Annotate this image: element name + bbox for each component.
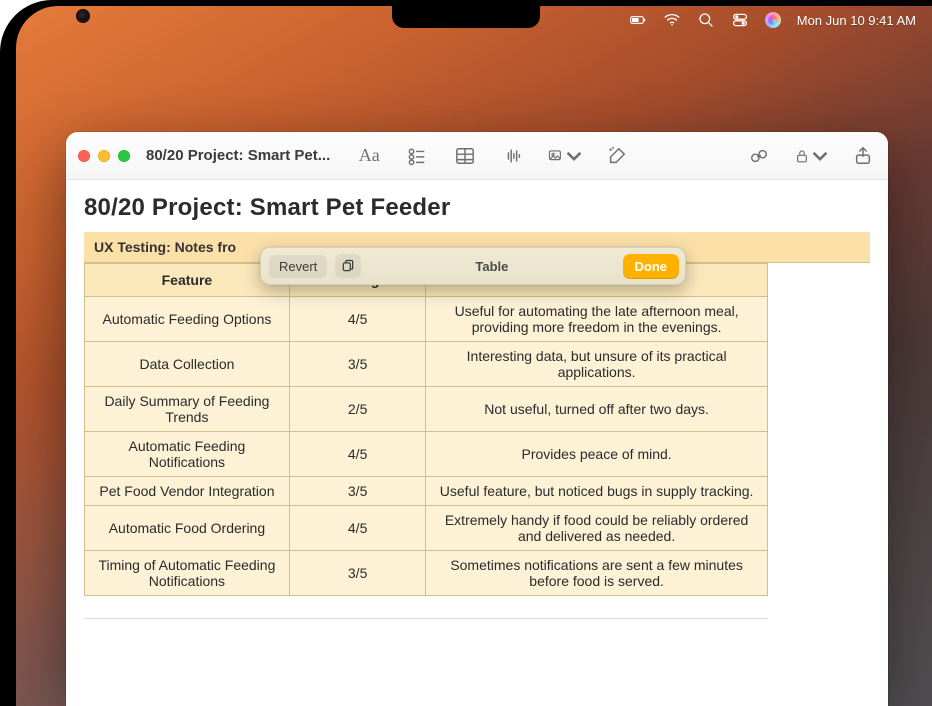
cell-feature[interactable]: Data Collection <box>85 342 290 387</box>
table-row[interactable]: Timing of Automatic Feeding Notification… <box>85 551 768 596</box>
chevron-down-icon <box>566 146 582 166</box>
wifi-icon[interactable] <box>663 11 681 29</box>
horizontal-rule <box>84 618 768 619</box>
cell-comments[interactable]: Useful for automating the late afternoon… <box>426 297 767 342</box>
link-icon[interactable] <box>746 143 772 169</box>
data-table-wrap: Feature Rating Comments Automatic Feedin… <box>84 262 870 596</box>
cell-comments[interactable]: Useful feature, but noticed bugs in supp… <box>426 477 767 506</box>
revert-button[interactable]: Revert <box>269 255 327 278</box>
page-title: 80/20 Project: Smart Pet Feeder <box>84 194 870 222</box>
cell-rating[interactable]: 4/5 <box>289 297 426 342</box>
minimize-button[interactable] <box>98 150 110 162</box>
table-row[interactable]: Automatic Feeding Notifications4/5Provid… <box>85 432 768 477</box>
zoom-button[interactable] <box>118 150 130 162</box>
cell-feature[interactable]: Timing of Automatic Feeding Notification… <box>85 551 290 596</box>
checklist-icon[interactable] <box>404 143 430 169</box>
share-icon[interactable] <box>850 143 876 169</box>
popover-title: Table <box>369 259 614 274</box>
table-row[interactable]: Automatic Food Ordering4/5Extremely hand… <box>85 506 768 551</box>
writing-tools-icon[interactable] <box>604 143 630 169</box>
cell-rating[interactable]: 4/5 <box>289 432 426 477</box>
toolbar: Aa <box>356 143 630 169</box>
close-button[interactable] <box>78 150 90 162</box>
table-row[interactable]: Automatic Feeding Options4/5Useful for a… <box>85 297 768 342</box>
col-header-feature[interactable]: Feature <box>85 264 290 297</box>
cell-rating[interactable]: 3/5 <box>289 342 426 387</box>
window-controls <box>78 150 134 162</box>
cell-comments[interactable]: Provides peace of mind. <box>426 432 767 477</box>
table-row[interactable]: Daily Summary of Feeding Trends2/5Not us… <box>85 387 768 432</box>
cell-feature[interactable]: Daily Summary of Feeding Trends <box>85 387 290 432</box>
siri-icon[interactable] <box>765 12 781 28</box>
done-button[interactable]: Done <box>623 254 680 279</box>
table-icon[interactable] <box>452 143 478 169</box>
lock-icon[interactable] <box>794 143 828 169</box>
table-popover: Revert Table Done <box>260 247 686 285</box>
cell-rating[interactable]: 3/5 <box>289 477 426 506</box>
media-insert-icon[interactable] <box>548 143 582 169</box>
desktop-wallpaper: Mon Jun 10 9:41 AM 80/20 Project: Smart … <box>16 6 932 706</box>
cell-feature[interactable]: Pet Food Vendor Integration <box>85 477 290 506</box>
table-row[interactable]: Pet Food Vendor Integration3/5Useful fea… <box>85 477 768 506</box>
audio-waveform-icon[interactable] <box>500 143 526 169</box>
cell-comments[interactable]: Extremely handy if food could be reliabl… <box>426 506 767 551</box>
cell-feature[interactable]: Automatic Feeding Options <box>85 297 290 342</box>
cell-comments[interactable]: Sometimes notifications are sent a few m… <box>426 551 767 596</box>
toolbar-right <box>746 143 876 169</box>
copy-icon[interactable] <box>335 254 361 278</box>
display-notch <box>392 0 540 28</box>
cell-feature[interactable]: Automatic Feeding Notifications <box>85 432 290 477</box>
device-bezel: Mon Jun 10 9:41 AM 80/20 Project: Smart … <box>0 0 932 706</box>
battery-icon[interactable] <box>629 11 647 29</box>
control-center-icon[interactable] <box>731 11 749 29</box>
data-table[interactable]: Feature Rating Comments Automatic Feedin… <box>84 263 768 596</box>
cell-comments[interactable]: Not useful, turned off after two days. <box>426 387 767 432</box>
titlebar: 80/20 Project: Smart Pet... Aa <box>66 132 888 180</box>
cell-rating[interactable]: 4/5 <box>289 506 426 551</box>
cell-rating[interactable]: 3/5 <box>289 551 426 596</box>
camera-dot <box>78 11 88 21</box>
format-text-icon[interactable]: Aa <box>356 143 382 169</box>
cell-feature[interactable]: Automatic Food Ordering <box>85 506 290 551</box>
cell-rating[interactable]: 2/5 <box>289 387 426 432</box>
spotlight-search-icon[interactable] <box>697 11 715 29</box>
cell-comments[interactable]: Interesting data, but unsure of its prac… <box>426 342 767 387</box>
window-title: 80/20 Project: Smart Pet... <box>146 147 330 164</box>
table-row[interactable]: Data Collection3/5Interesting data, but … <box>85 342 768 387</box>
menubar-datetime[interactable]: Mon Jun 10 9:41 AM <box>797 13 916 28</box>
chevron-down-icon <box>812 146 828 166</box>
notes-window: 80/20 Project: Smart Pet... Aa <box>66 132 888 706</box>
